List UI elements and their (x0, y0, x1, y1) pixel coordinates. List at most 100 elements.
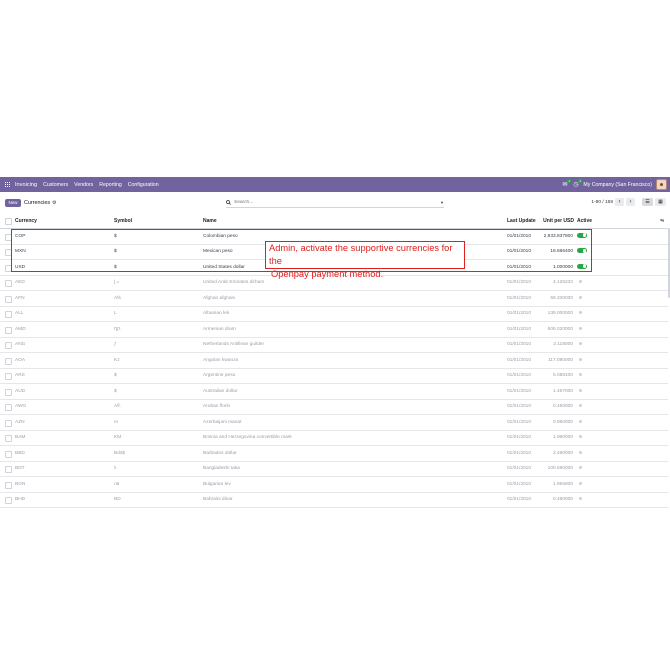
annotation-line-2: Openpay payment method. (271, 269, 384, 279)
company-switcher[interactable]: My Company (San Francisco) (583, 182, 652, 188)
optional-columns-icon[interactable]: ⇋ (660, 218, 664, 224)
table-row[interactable]: BGN лв Bulgarian lev 01/01/2010 1.955800 (0, 477, 668, 493)
menu-vendors[interactable]: Vendors (74, 182, 93, 188)
pager-previous-icon[interactable]: ‹ (615, 198, 624, 206)
activity-clock-icon[interactable]: ◷ 2 (572, 179, 583, 188)
toggle-off-icon[interactable] (579, 404, 582, 408)
row-checkbox[interactable] (5, 280, 12, 287)
table-row[interactable]: BAM KM Bosnia and Herzegovina convertible … (0, 431, 668, 446)
pager-next-icon[interactable]: › (626, 198, 635, 206)
column-header-currency[interactable]: Currency (15, 218, 37, 224)
new-button[interactable]: New (5, 198, 21, 207)
table-row[interactable]: ALL L Albanian lek 01/01/2010 138.000000 (0, 307, 668, 322)
row-checkbox[interactable] (5, 435, 12, 442)
kanban-view-icon[interactable]: ▦ (655, 198, 666, 206)
toggle-off-icon[interactable] (579, 450, 582, 454)
table-row[interactable]: AFN Afs Afghan afghani 01/01/2010 59.330000 (0, 291, 668, 307)
row-checkbox[interactable] (5, 295, 12, 303)
row-checkbox[interactable] (5, 388, 12, 396)
table-row[interactable]: AZN m Azerbaijani manat 01/01/2010 0.960000 (0, 415, 668, 431)
toggle-off-icon[interactable] (579, 388, 582, 392)
search-options-caret-icon[interactable]: ▼ (440, 200, 444, 205)
active-toggle[interactable] (577, 280, 582, 285)
last-update: 01/01/2010 (507, 280, 532, 286)
apps-grid-icon[interactable] (5, 181, 11, 188)
row-checkbox[interactable] (5, 497, 12, 504)
column-header-symbol[interactable]: Symbol (114, 218, 132, 224)
toggle-off-icon[interactable] (579, 326, 582, 330)
toggle-off-icon[interactable] (579, 466, 582, 470)
table-row[interactable]: AWG Afl. Aruban florin 01/01/2010 0.450000 (0, 400, 668, 415)
select-all-checkbox[interactable] (5, 218, 12, 225)
row-checkbox[interactable] (5, 481, 12, 489)
unit-per-usd: 100.590000 (547, 466, 573, 472)
active-toggle[interactable] (577, 497, 582, 502)
toggle-off-icon[interactable] (579, 357, 582, 361)
row-checkbox[interactable] (5, 450, 12, 458)
user-avatar[interactable]: ☻ (656, 179, 667, 190)
menu-configuration[interactable]: Configuration (128, 182, 159, 188)
pager-value[interactable]: 1-80 / 169 (591, 200, 613, 205)
table-row[interactable]: AMD դր. Armenian dram 01/01/2010 506.020000 (0, 322, 668, 338)
active-toggle[interactable] (577, 311, 582, 316)
active-toggle[interactable] (577, 419, 582, 425)
row-checkbox[interactable] (5, 326, 12, 334)
toggle-off-icon[interactable] (579, 481, 582, 485)
table-row[interactable]: BHD BD Bahraini dinar 01/01/2010 0.460000 (0, 493, 668, 508)
active-toggle[interactable] (577, 435, 582, 440)
row-checkbox[interactable] (5, 419, 12, 427)
toggle-off-icon[interactable] (579, 342, 582, 346)
toggle-off-icon[interactable] (579, 419, 582, 423)
row-checkbox[interactable] (5, 311, 12, 318)
column-header-last-update[interactable]: Last Update (507, 218, 536, 224)
row-checkbox[interactable] (5, 357, 12, 365)
active-toggle[interactable] (577, 295, 582, 301)
column-header-active[interactable]: Active (577, 218, 592, 224)
currency-name: Bahraini dinar (203, 497, 233, 503)
toggle-off-icon[interactable] (579, 280, 582, 284)
menu-reporting[interactable]: Reporting (99, 182, 122, 188)
toggle-off-icon[interactable] (579, 295, 582, 299)
row-checkbox[interactable] (5, 373, 12, 380)
row-checkbox[interactable] (5, 342, 12, 349)
messages-icon[interactable]: ✉ 1 (561, 179, 572, 188)
active-toggle[interactable] (577, 466, 582, 471)
column-header-unit-per-usd[interactable]: Unit per USD (540, 218, 574, 224)
breadcrumb: Currencies ⚙ (24, 200, 57, 206)
table-row[interactable]: BDT ৳ Bangladeshi taka 01/01/2010 100.590000 (0, 462, 668, 477)
active-toggle[interactable] (577, 373, 582, 378)
toggle-off-icon[interactable] (579, 435, 582, 439)
currency-symbol: KM (114, 435, 122, 441)
gear-icon[interactable]: ⚙ (52, 200, 56, 206)
active-toggle[interactable] (577, 481, 582, 487)
table-row[interactable]: ANG ƒ Netherlands Antillean guilder 01/01/2… (0, 338, 668, 353)
toggle-off-icon[interactable] (579, 497, 582, 501)
list-view-icon[interactable]: ☰ (642, 198, 653, 206)
last-update: 01/01/2010 (507, 373, 532, 379)
last-update: 01/01/2010 (507, 311, 532, 317)
table-row[interactable]: BBD Bds$ Barbados dollar 01/01/2010 2.460000 (0, 446, 668, 462)
search-input[interactable] (231, 200, 424, 205)
active-toggle[interactable] (577, 357, 582, 363)
active-toggle[interactable] (577, 450, 582, 456)
currency-symbol: د.إ (114, 280, 119, 286)
active-toggle[interactable] (577, 388, 582, 394)
column-header-name[interactable]: Name (203, 218, 217, 224)
active-toggle[interactable] (577, 342, 582, 347)
row-checkbox[interactable] (5, 466, 12, 473)
table-row[interactable]: AUD $ Australian dollar 01/01/2010 1.467000 (0, 384, 668, 400)
menu-customers[interactable]: Customers (43, 182, 68, 188)
table-row[interactable]: ARS $ Argentine peso 01/01/2010 5.088100 (0, 369, 668, 384)
navbar-systray: ✉ 1 ◷ 2 My Company (San Francisco) ☻ (561, 179, 670, 190)
last-update: 01/01/2010 (507, 450, 532, 456)
row-checkbox[interactable] (5, 404, 12, 411)
toggle-off-icon[interactable] (579, 373, 582, 377)
table-row[interactable]: AOA Kz Angolan kwanza 01/01/2010 117.080000 (0, 353, 668, 369)
app-name[interactable]: Invoicing (15, 182, 37, 188)
unit-per-usd: 1.960000 (552, 435, 573, 441)
active-toggle[interactable] (577, 404, 582, 409)
currency-symbol: Afl. (114, 404, 121, 410)
currency-code: BGN (15, 481, 26, 487)
active-toggle[interactable] (577, 326, 582, 332)
toggle-off-icon[interactable] (579, 311, 582, 315)
